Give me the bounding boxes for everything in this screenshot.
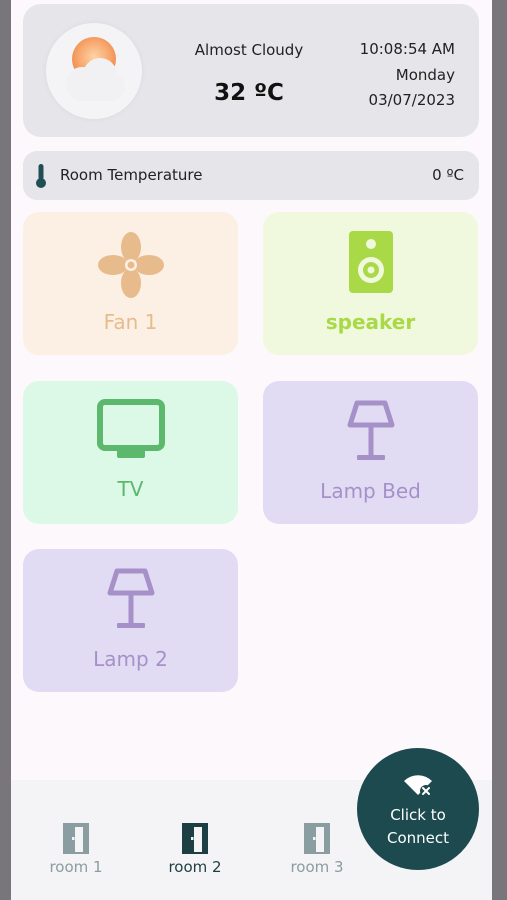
lamp-icon — [107, 568, 154, 628]
device-tile-lamp-2[interactable]: Lamp 2 — [23, 549, 238, 692]
current-time: 10:08:54 AM — [359, 40, 455, 58]
device-label: TV — [117, 477, 144, 501]
nav-label: room 2 — [168, 858, 222, 876]
connect-label-line-1: Click to — [390, 806, 446, 824]
connect-label-line-2: Connect — [386, 829, 450, 847]
lamp-icon — [347, 400, 394, 460]
current-day: Monday — [395, 66, 455, 84]
tv-icon — [96, 399, 165, 458]
door-icon — [304, 823, 330, 854]
weather-condition: Almost Cloudy — [194, 41, 304, 59]
nav-item-room-2[interactable]: room 2 — [145, 820, 245, 876]
nav-item-room-3[interactable]: room 3 — [267, 820, 367, 876]
device-label: Fan 1 — [103, 310, 158, 334]
device-label: Lamp 2 — [93, 647, 168, 671]
door-icon — [63, 823, 89, 854]
thermometer-icon — [36, 164, 46, 188]
device-label: speaker — [325, 310, 416, 334]
connect-button[interactable]: Click to Connect — [357, 748, 479, 870]
device-tile-tv[interactable]: TV — [23, 381, 238, 524]
nav-label: room 3 — [290, 858, 344, 876]
fan-icon — [97, 232, 164, 298]
current-date: 03/07/2023 — [368, 91, 455, 109]
device-label: Lamp Bed — [320, 479, 421, 503]
speaker-icon — [348, 231, 393, 293]
nav-label: room 1 — [49, 858, 103, 876]
nav-item-room-1[interactable]: room 1 — [26, 820, 126, 876]
connect-label: Click to Connect — [357, 804, 479, 850]
device-tile-fan-1[interactable]: Fan 1 — [23, 212, 238, 355]
room-temperature-value: 0 ºC — [432, 166, 464, 184]
door-icon — [182, 823, 208, 854]
device-tile-speaker[interactable]: speaker — [263, 212, 478, 355]
weather-temperature: 32 ºC — [214, 80, 284, 106]
room-temperature-label: Room Temperature — [60, 166, 203, 184]
wifi-off-icon — [404, 775, 432, 797]
device-tile-lamp-bed[interactable]: Lamp Bed — [263, 381, 478, 524]
sun-behind-cloud-icon — [46, 23, 142, 119]
room-temperature-bar: Room Temperature 0 ºC — [23, 151, 479, 200]
app-screen: Almost Cloudy 32 ºC 10:08:54 AM Monday 0… — [11, 0, 492, 900]
weather-card: Almost Cloudy 32 ºC 10:08:54 AM Monday 0… — [23, 4, 479, 137]
